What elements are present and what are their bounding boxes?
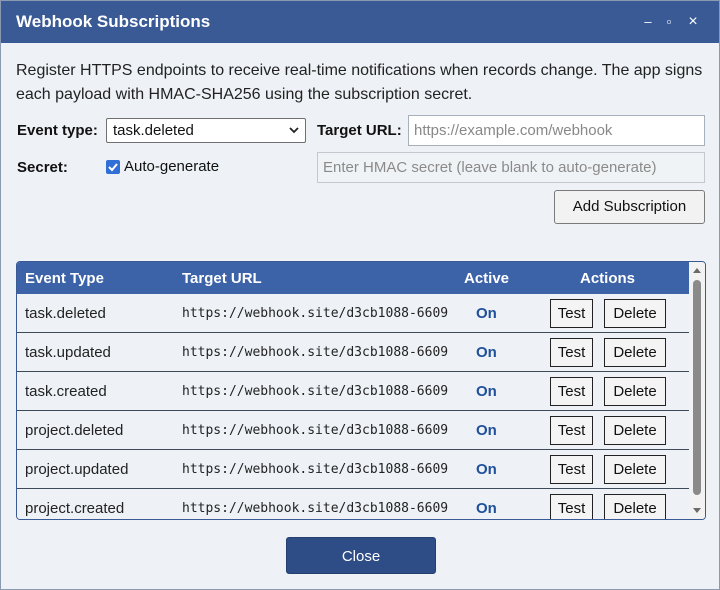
target-url-placeholder: https://example.com/webhook	[414, 122, 613, 139]
row-active-status: On	[476, 500, 497, 517]
scrollbar-thumb[interactable]	[693, 280, 701, 495]
event-type-select[interactable]: task.deleted	[106, 118, 306, 143]
header-actions: Actions	[580, 270, 636, 287]
webhook-subscriptions-window: Webhook Subscriptions – ▫ × Register HTT…	[0, 0, 720, 590]
close-icon[interactable]: ×	[684, 13, 702, 31]
row-active-status: On	[476, 305, 497, 322]
auto-generate-checkbox[interactable]	[106, 160, 120, 174]
row-target-url: https://webhook.site/d3cb1088-6609	[182, 345, 449, 360]
window-title: Webhook Subscriptions	[16, 12, 211, 31]
table-row: task.deleted https://webhook.site/d3cb10…	[17, 294, 690, 333]
row-event-type: project.updated	[25, 461, 129, 478]
row-event-type: project.created	[25, 500, 125, 517]
test-button[interactable]: Test	[550, 455, 593, 484]
chevron-down-icon	[289, 127, 299, 134]
row-target-url: https://webhook.site/d3cb1088-6609	[182, 384, 449, 399]
row-target-url: https://webhook.site/d3cb1088-6609	[182, 501, 449, 516]
secret-label: Secret:	[17, 159, 68, 176]
minimize-icon[interactable]: –	[639, 13, 657, 31]
target-url-label: Target URL:	[317, 122, 402, 139]
test-button[interactable]: Test	[550, 377, 593, 406]
header-event-type: Event Type	[25, 270, 104, 287]
secret-placeholder: Enter HMAC secret (leave blank to auto-g…	[323, 159, 657, 176]
row-event-type: task.created	[25, 383, 107, 400]
table-row: task.created https://webhook.site/d3cb10…	[17, 372, 690, 411]
maximize-icon[interactable]: ▫	[660, 13, 678, 31]
test-button[interactable]: Test	[550, 416, 593, 445]
row-event-type: task.updated	[25, 344, 111, 361]
row-active-status: On	[476, 383, 497, 400]
table-scrollbar[interactable]	[689, 262, 705, 519]
auto-generate-label[interactable]: Auto-generate	[124, 158, 219, 175]
table-row: project.updated https://webhook.site/d3c…	[17, 450, 690, 489]
test-button[interactable]: Test	[550, 338, 593, 367]
row-event-type: project.deleted	[25, 422, 124, 439]
event-type-label: Event type:	[17, 122, 98, 139]
add-subscription-button[interactable]: Add Subscription	[554, 190, 705, 224]
delete-button[interactable]: Delete	[604, 494, 666, 519]
delete-button[interactable]: Delete	[604, 338, 666, 367]
header-active: Active	[464, 270, 510, 287]
checkmark-icon	[108, 163, 118, 172]
subscriptions-table: Event Type Target URL Active Actions tas…	[16, 261, 706, 520]
row-active-status: On	[476, 422, 497, 439]
row-target-url: https://webhook.site/d3cb1088-6609	[182, 423, 449, 438]
title-bar[interactable]: Webhook Subscriptions – ▫ ×	[1, 1, 719, 43]
row-active-status: On	[476, 461, 497, 478]
row-active-status: On	[476, 344, 497, 361]
description-text: Register HTTPS endpoints to receive real…	[16, 62, 703, 103]
table-row: task.updated https://webhook.site/d3cb10…	[17, 333, 690, 372]
secret-input[interactable]: Enter HMAC secret (leave blank to auto-g…	[317, 152, 705, 183]
scroll-down-icon[interactable]	[692, 507, 702, 515]
row-target-url: https://webhook.site/d3cb1088-6609	[182, 306, 449, 321]
close-button[interactable]: Close	[286, 537, 436, 574]
delete-button[interactable]: Delete	[604, 416, 666, 445]
test-button[interactable]: Test	[550, 494, 593, 519]
scroll-up-icon[interactable]	[692, 266, 702, 274]
target-url-input[interactable]: https://example.com/webhook	[408, 115, 705, 146]
event-type-value: task.deleted	[113, 122, 194, 139]
row-target-url: https://webhook.site/d3cb1088-6609	[182, 462, 449, 477]
test-button[interactable]: Test	[550, 299, 593, 328]
delete-button[interactable]: Delete	[604, 299, 666, 328]
table-row: project.deleted https://webhook.site/d3c…	[17, 411, 690, 450]
delete-button[interactable]: Delete	[604, 377, 666, 406]
header-target-url: Target URL	[182, 270, 262, 287]
delete-button[interactable]: Delete	[604, 455, 666, 484]
table-row: project.created https://webhook.site/d3c…	[17, 489, 690, 519]
table-header: Event Type Target URL Active Actions	[17, 262, 690, 294]
row-event-type: task.deleted	[25, 305, 106, 322]
